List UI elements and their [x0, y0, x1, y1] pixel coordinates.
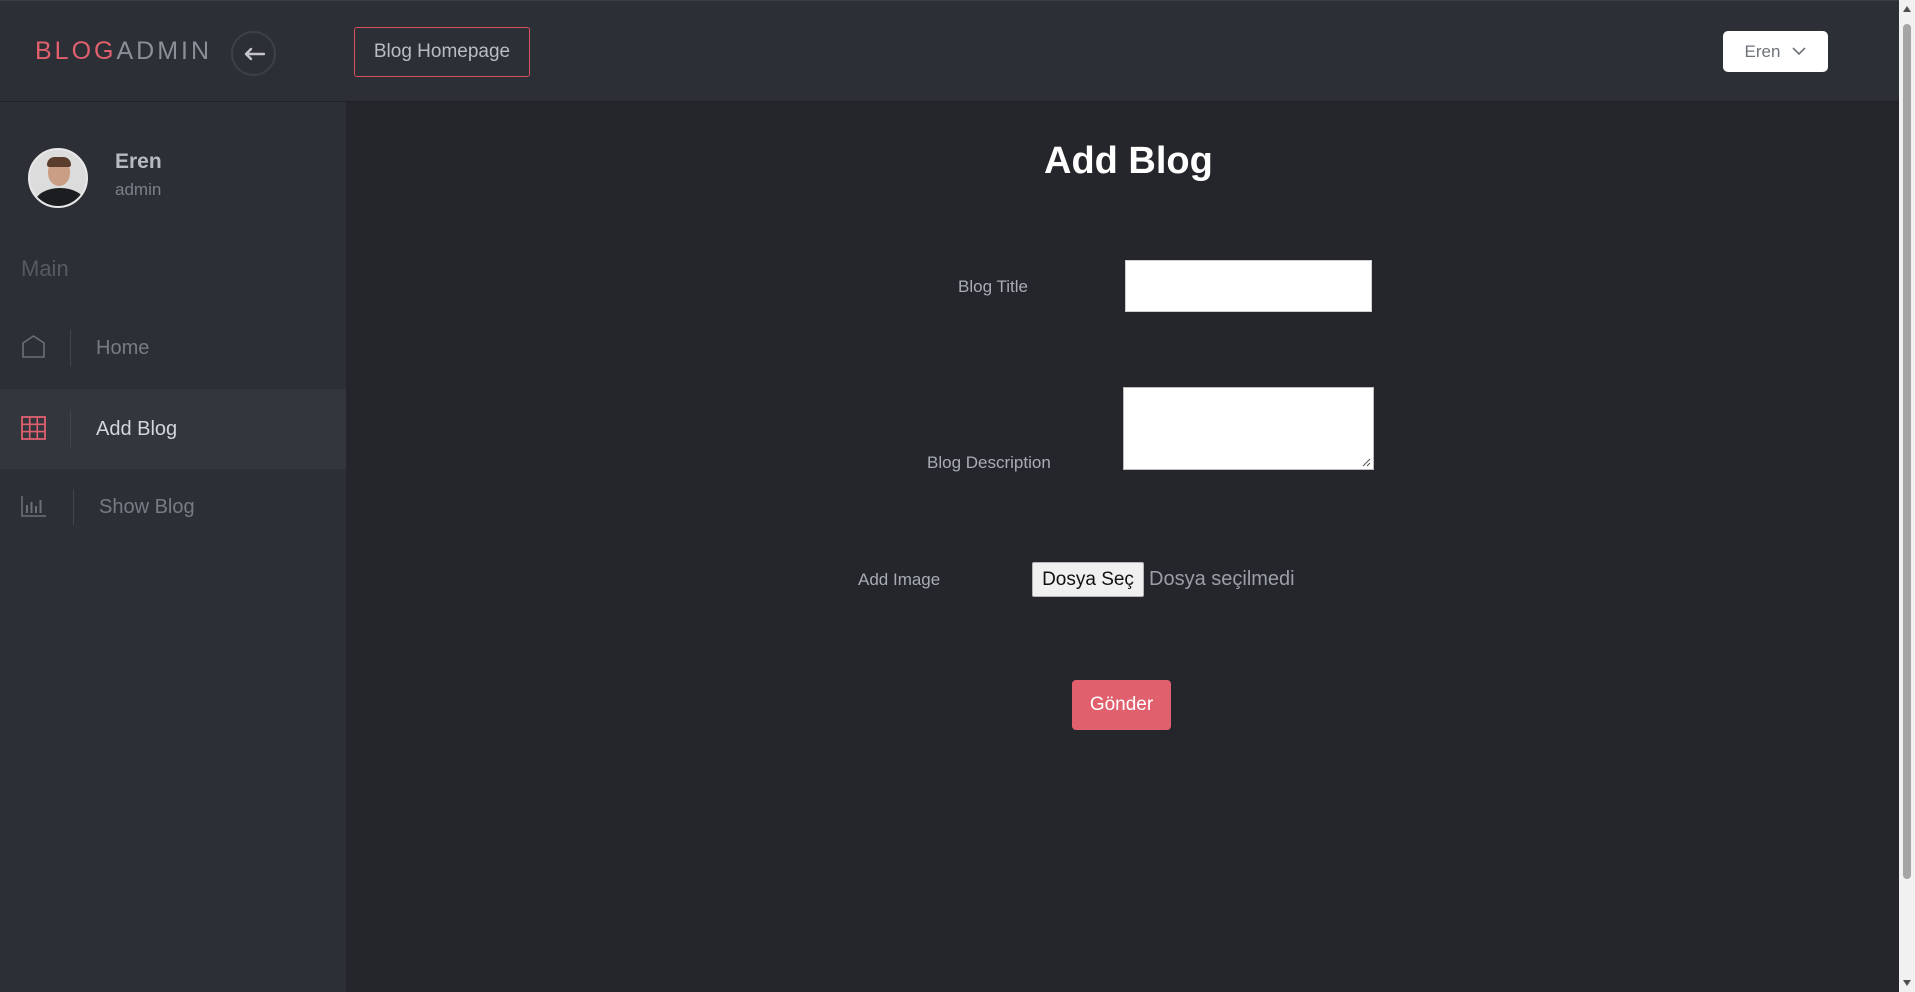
main-content: Add Blog Blog Title Blog Description Add… [346, 102, 1899, 992]
user-name: Eren [115, 150, 162, 173]
blog-title-label: Blog Title [958, 277, 1028, 296]
sidebar-item-home[interactable]: Home [0, 308, 346, 388]
sidebar-item-add-blog[interactable]: Add Blog [0, 389, 346, 469]
scroll-up-arrow-icon[interactable] [1903, 6, 1911, 12]
page-title: Add Blog [1044, 140, 1213, 182]
blog-description-textarea[interactable] [1123, 387, 1374, 470]
sidebar-item-label: Add Blog [96, 418, 178, 440]
top-bar: BLOGADMIN Blog Homepage Eren [0, 0, 1899, 102]
choose-file-button[interactable]: Dosya Seç [1032, 562, 1144, 597]
resize-grip-icon[interactable] [1362, 458, 1371, 467]
sidebar: Eren admin Main Home Add Blog Show Blog [0, 102, 346, 992]
app-window: BLOGADMIN Blog Homepage Eren Eren admin … [0, 0, 1915, 992]
divider [70, 330, 71, 366]
logo-part-blog: BLOG [35, 37, 117, 65]
logo-part-admin: ADMIN [116, 37, 213, 65]
user-dropdown-label: Eren [1744, 41, 1781, 61]
avatar [28, 148, 88, 208]
sidebar-toggle-button[interactable] [231, 31, 276, 76]
bar-chart-icon [21, 496, 46, 517]
divider [73, 489, 74, 525]
scrollbar-thumb[interactable] [1903, 24, 1911, 879]
sidebar-item-label: Home [96, 337, 150, 359]
scroll-down-arrow-icon[interactable] [1903, 980, 1911, 986]
divider [70, 411, 71, 447]
add-image-label: Add Image [858, 570, 941, 589]
submit-button[interactable]: Gönder [1072, 680, 1171, 730]
grid-icon [21, 416, 46, 440]
chevron-down-icon [1792, 47, 1807, 56]
user-dropdown[interactable]: Eren [1723, 31, 1828, 72]
blog-description-label: Blog Description [927, 453, 1051, 472]
sidebar-item-label: Show Blog [99, 496, 195, 518]
blog-title-input[interactable] [1125, 260, 1372, 312]
logo[interactable]: BLOGADMIN [35, 37, 212, 66]
section-label-main: Main [21, 256, 69, 281]
home-icon [22, 335, 45, 358]
blog-homepage-link[interactable]: Blog Homepage [354, 27, 530, 77]
scrollbar[interactable] [1899, 0, 1915, 992]
user-role: admin [115, 180, 162, 199]
arrow-left-icon [244, 47, 265, 60]
sidebar-item-show-blog[interactable]: Show Blog [0, 467, 346, 547]
file-status-text: Dosya seçilmedi [1149, 568, 1295, 590]
